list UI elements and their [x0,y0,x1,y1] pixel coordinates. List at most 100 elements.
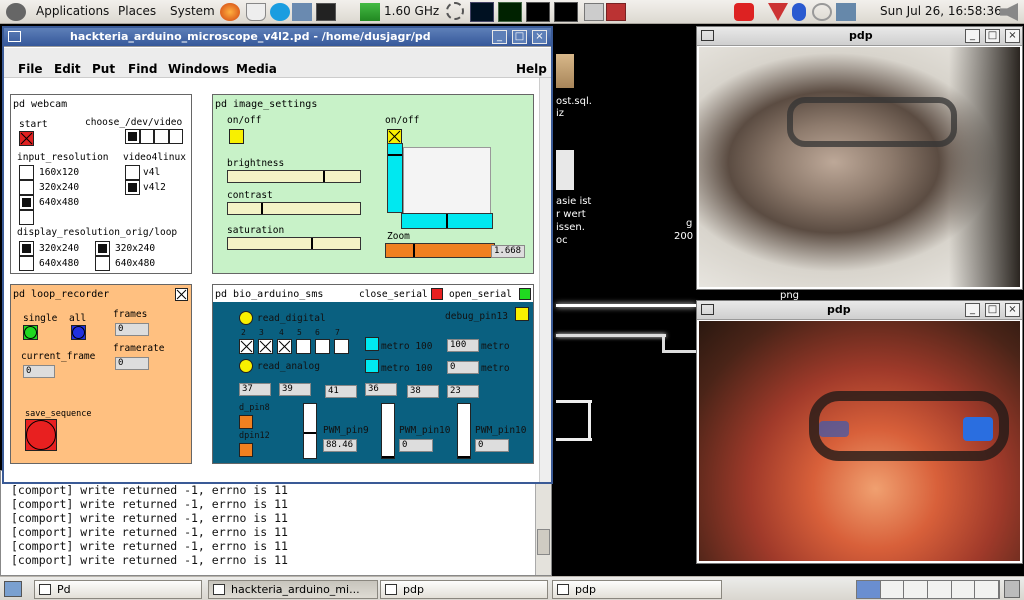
analog-value-box[interactable]: 23 [447,385,479,398]
pwm9-number-box[interactable]: 88.46 [323,439,357,452]
desktop-file-label[interactable]: r wert [556,209,586,221]
single-bang[interactable] [23,325,38,340]
volume-icon[interactable] [1000,3,1018,21]
workspace-2[interactable] [880,581,905,598]
menu-find[interactable]: Find [128,62,157,76]
radio-cell[interactable] [168,129,183,144]
toolbox-icon[interactable] [606,3,626,21]
pdp-titlebar[interactable]: pdp _ □ × [697,301,1022,320]
dpin8-bang[interactable] [239,415,253,429]
show-desktop-icon[interactable] [4,581,22,597]
trash-icon[interactable] [1004,580,1020,598]
minimize-button[interactable]: _ [492,30,507,44]
window-menu-icon[interactable] [701,304,714,315]
slider-handle[interactable] [388,154,402,156]
pin-toggle[interactable] [258,339,273,354]
minimize-button[interactable]: _ [965,303,980,317]
workspace-1[interactable] [857,581,881,598]
shutdown-icon[interactable] [734,3,754,21]
firefox-icon[interactable] [220,3,240,21]
task-pdp-1[interactable]: pdp [380,580,548,599]
zoom-onoff-toggle[interactable] [387,129,402,144]
radio-cell[interactable] [19,195,34,210]
brightness-slider[interactable] [227,170,361,183]
analog-value-box[interactable]: 38 [407,385,439,398]
radio-cell[interactable] [154,129,169,144]
slider-handle[interactable] [458,456,470,458]
read-digital-bang[interactable] [239,311,253,325]
analog-value-box[interactable]: 37 [239,383,271,396]
task-hackteria[interactable]: hackteria_arduino_mi... [208,580,378,599]
radio-cell[interactable] [125,180,140,195]
menu-put[interactable]: Put [92,62,115,76]
network-icon[interactable] [292,3,312,21]
pin-toggle[interactable] [296,339,311,354]
read-analog-bang[interactable] [239,359,253,373]
radio-cell[interactable] [95,241,110,256]
radio-cell[interactable] [19,165,34,180]
pin-toggle[interactable] [315,339,330,354]
maximize-button[interactable]: □ [512,30,527,44]
task-pdp-2[interactable]: pdp [552,580,722,599]
slider-handle[interactable] [382,456,394,458]
task-pd[interactable]: Pd [34,580,202,599]
menu-help[interactable]: Help [516,62,547,76]
console-scrollbar[interactable] [535,471,551,575]
slider-handle[interactable] [311,238,314,249]
radio-cell[interactable] [19,180,34,195]
menu-edit[interactable]: Edit [54,62,81,76]
update-icon[interactable] [768,3,788,21]
radio-cell[interactable] [125,165,140,180]
coffee-icon[interactable] [246,3,266,21]
pwm9-vslider[interactable] [303,403,317,459]
slider-handle[interactable] [413,244,415,257]
framerate-number-box[interactable]: 0 [115,357,149,370]
radio-cell[interactable] [19,256,34,271]
canvas-scrollbar[interactable] [539,78,551,482]
slider-handle[interactable] [261,203,263,214]
radio-cell[interactable] [125,129,140,144]
desktop-file-label[interactable]: issen. [556,222,585,234]
pd-titlebar[interactable]: hackteria_arduino_microscope_v4l2.pd - /… [4,28,551,47]
clock[interactable]: Sun Jul 26, 16:58:36 [880,4,1002,18]
zoom-slider[interactable] [385,243,495,258]
search-icon[interactable] [812,3,832,21]
image-onoff-toggle[interactable] [229,129,244,144]
zoom-number-box[interactable]: 1.668 [491,245,525,258]
desktop-file-label[interactable]: asie ist [556,196,591,208]
video4linux-radio[interactable] [125,165,140,195]
maximize-button[interactable]: □ [985,29,1000,43]
analog-value-box[interactable]: 41 [325,385,357,398]
bluetooth-icon[interactable] [792,3,806,21]
desktop-file-label[interactable]: 200 [674,231,693,243]
window-menu-icon[interactable] [8,31,21,42]
pwm10-number-box[interactable]: 0 [399,439,433,452]
menu-file[interactable]: File [18,62,43,76]
metro-toggle[interactable] [365,359,379,373]
skype-icon[interactable] [270,3,290,21]
pdp-titlebar[interactable]: pdp _ □ × [697,27,1022,46]
menu-windows[interactable]: Windows [168,62,229,76]
analog-value-box[interactable]: 39 [279,383,311,396]
network-status-icon[interactable] [836,3,856,21]
open-serial-bang[interactable] [519,288,531,300]
maximize-button[interactable]: □ [985,303,1000,317]
close-button[interactable]: × [1005,303,1020,317]
horizontal-position-slider[interactable] [401,213,493,229]
video-device-radio[interactable] [125,129,183,144]
current-frame-number-box[interactable]: 0 [23,365,55,378]
document-icon[interactable] [556,150,574,190]
radio-cell[interactable] [19,241,34,256]
menu-media[interactable]: Media [236,62,277,76]
debug-pin-toggle[interactable] [515,307,529,321]
pin-toggle[interactable] [334,339,349,354]
minimize-button[interactable]: _ [965,29,980,43]
radio-cell[interactable] [19,210,34,225]
pin-toggle[interactable] [239,339,254,354]
close-button[interactable]: × [1005,29,1020,43]
places-menu[interactable]: Places [118,4,156,18]
desktop-file-label[interactable]: oc [556,235,568,247]
radio-cell[interactable] [140,129,155,144]
pwm10-number-box[interactable]: 0 [475,439,509,452]
save-sequence-bang[interactable] [25,419,57,451]
